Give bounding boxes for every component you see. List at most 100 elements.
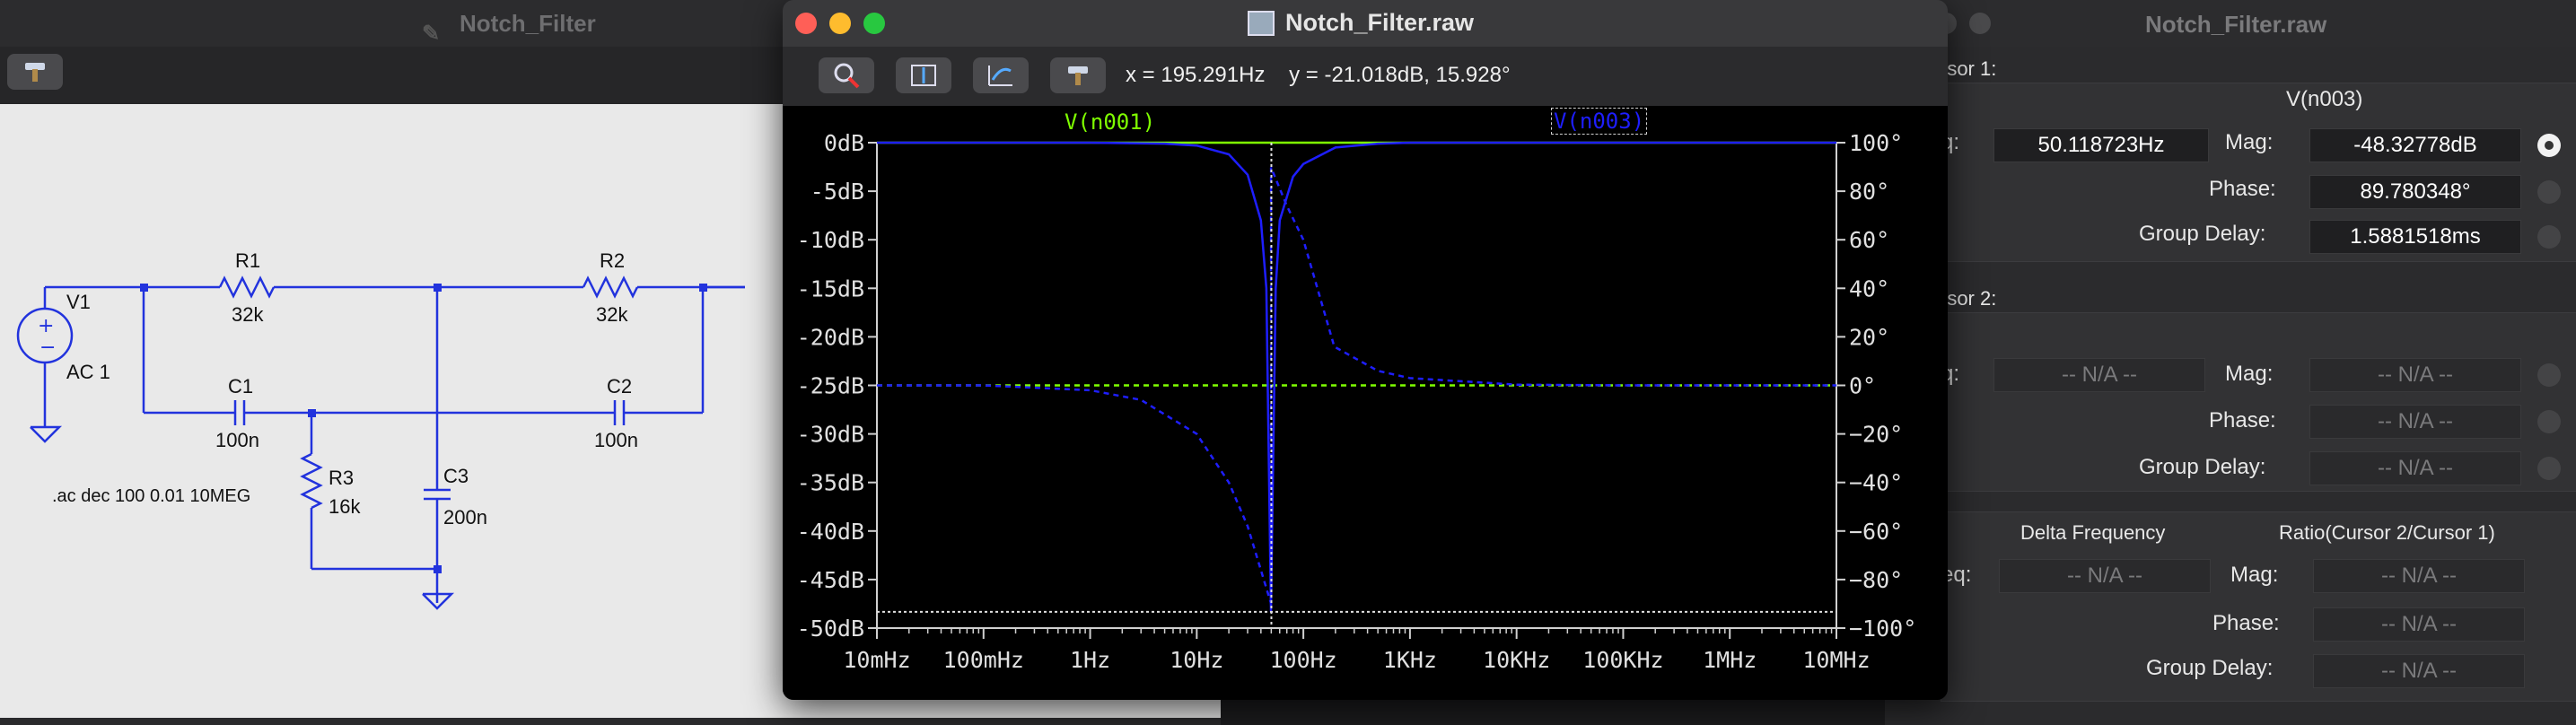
y2-tick-label: −60° bbox=[1849, 519, 1903, 545]
c1-gd-field[interactable]: 1.5881518ms bbox=[2309, 220, 2521, 254]
y-tick-label: -25dB bbox=[797, 373, 864, 399]
r2-label: R2 bbox=[600, 249, 626, 272]
v1-label: V1 bbox=[66, 291, 91, 313]
ratio-phase-field[interactable]: -- N/A -- bbox=[2313, 607, 2525, 642]
c1-freq-field[interactable]: 50.118723Hz bbox=[1993, 128, 2209, 162]
c1-value: 100n bbox=[215, 429, 259, 451]
schematic-drawing: + − bbox=[16, 275, 745, 610]
r2-value: 32k bbox=[596, 303, 628, 326]
x-tick-label: 10MHz bbox=[1802, 647, 1870, 673]
resistor-r2 bbox=[582, 275, 639, 299]
x-tick-label: 10Hz bbox=[1170, 647, 1223, 673]
y-tick-label: -30dB bbox=[797, 422, 864, 448]
plot-area[interactable]: 0dB -5dB -10dB -15dB -20dB -25dB -30dB -35dB -40… bbox=[783, 106, 1948, 700]
plot-titlebar[interactable]: Notch_Filter.raw bbox=[783, 0, 1948, 47]
c2-mag-field[interactable]: -- N/A -- bbox=[2309, 358, 2521, 392]
plot-frame bbox=[876, 142, 1837, 629]
y2-tick-label: −80° bbox=[1849, 567, 1903, 593]
zoom-button[interactable] bbox=[863, 13, 885, 34]
ratio-gd-field[interactable]: -- N/A -- bbox=[2313, 654, 2525, 688]
pan-tool-button[interactable] bbox=[973, 57, 1029, 93]
autorange-icon bbox=[911, 65, 936, 86]
r1-value: 32k bbox=[232, 303, 264, 326]
c2-label: C2 bbox=[607, 375, 633, 397]
hammer-button[interactable] bbox=[7, 54, 63, 90]
waveform-file-icon bbox=[1248, 11, 1275, 36]
r3-label: R3 bbox=[329, 467, 355, 489]
legend-trace-n003[interactable]: V(n003) bbox=[1551, 108, 1648, 135]
c3-label: C3 bbox=[443, 465, 469, 487]
c1-mag-label: Mag: bbox=[2225, 130, 2274, 154]
c1-mag-radio[interactable] bbox=[2537, 134, 2561, 157]
c2-gd-field[interactable]: -- N/A -- bbox=[2309, 451, 2521, 485]
cursor-window-title: Notch_Filter.raw bbox=[2145, 11, 2327, 38]
trace-vn003-phase bbox=[877, 167, 1836, 604]
zoom-icon bbox=[834, 63, 860, 89]
spice-directive[interactable]: .ac dec 100 0.01 10MEG bbox=[52, 486, 250, 507]
ratio-heading: Ratio(Cursor 2/Cursor 1) bbox=[2279, 521, 2495, 544]
y-tick-label: -45dB bbox=[797, 567, 864, 593]
y2-tick-label: 20° bbox=[1849, 324, 1889, 350]
r1-label: R1 bbox=[235, 249, 261, 272]
c1-mag-field[interactable]: -48.32778dB bbox=[2309, 128, 2521, 162]
zoom-tool-button[interactable] bbox=[819, 57, 874, 93]
c2-phase-radio[interactable] bbox=[2537, 410, 2561, 433]
svg-text:−: − bbox=[39, 336, 56, 359]
x-tick-label: 100mHz bbox=[943, 647, 1024, 673]
hammer-tool-button[interactable] bbox=[1050, 57, 1106, 93]
x-tick-label: 1KHz bbox=[1383, 647, 1437, 673]
c2-gd-label: Group Delay: bbox=[2139, 455, 2266, 479]
c2-gd-radio[interactable] bbox=[2537, 457, 2561, 480]
ratio-gd-label: Group Delay: bbox=[2146, 656, 2274, 680]
c1-gd-radio[interactable] bbox=[2537, 225, 2561, 249]
x-tick-label: 100Hz bbox=[1269, 647, 1336, 673]
v1-value: AC 1 bbox=[66, 361, 110, 383]
minimize-button[interactable] bbox=[1969, 13, 1991, 34]
minimize-button[interactable] bbox=[829, 13, 851, 34]
y2-tick-label: 40° bbox=[1849, 275, 1889, 301]
ratio-mag-field[interactable]: -- N/A -- bbox=[2313, 559, 2525, 593]
delta-freq-field[interactable]: -- N/A -- bbox=[1999, 559, 2211, 593]
plot-window: Notch_Filter.raw x = 195.291Hz y = -21.0… bbox=[783, 0, 1948, 700]
r3-value: 16k bbox=[329, 495, 361, 518]
y-tick-label: -10dB bbox=[797, 227, 864, 253]
c2-mag-radio[interactable] bbox=[2537, 363, 2561, 387]
y-tick-label: -50dB bbox=[797, 616, 864, 642]
hammer-icon bbox=[25, 63, 45, 82]
c2-freq-field[interactable]: -- N/A -- bbox=[1993, 358, 2205, 392]
c1-label: C1 bbox=[228, 375, 254, 397]
schematic-title: Notch_Filter bbox=[460, 10, 596, 37]
cursor-titlebar[interactable]: Notch_Filter.raw bbox=[1885, 0, 2576, 47]
c1-phase-field[interactable]: 89.780348° bbox=[2309, 175, 2521, 209]
y2-tick-label: −100° bbox=[1849, 616, 1916, 642]
y2-tick-label: 100° bbox=[1849, 130, 1903, 156]
y-tick-label: -15dB bbox=[797, 275, 864, 301]
plot-canvas: 0dB -5dB -10dB -15dB -20dB -25dB -30dB -35dB -40… bbox=[797, 130, 1917, 673]
cursor-readout: x = 195.291Hz y = -21.018dB, 15.928° bbox=[1126, 63, 1511, 87]
pan-icon bbox=[988, 66, 1012, 86]
c2-mag-label: Mag: bbox=[2225, 362, 2274, 386]
c2-phase-field[interactable]: -- N/A -- bbox=[2309, 405, 2521, 439]
trace-vn003-magnitude bbox=[877, 141, 1836, 612]
x-tick-label: 1MHz bbox=[1703, 647, 1757, 673]
cursor1-heading: rsor 1: bbox=[1941, 57, 1997, 80]
plot-window-title: Notch_Filter.raw bbox=[1285, 9, 1475, 36]
x-tick-label: 10KHz bbox=[1483, 647, 1550, 673]
plot-toolbar: x = 195.291Hz y = -21.018dB, 15.928° bbox=[783, 47, 1948, 106]
legend-trace-n001[interactable]: V(n001) bbox=[1065, 109, 1155, 135]
delta-frequency-heading: Delta Frequency bbox=[2020, 521, 2166, 544]
y2-tick-label: 0° bbox=[1849, 373, 1876, 399]
cursor2-panel: q: -- N/A -- Mag: -- N/A -- Phase: -- N/… bbox=[1941, 312, 2576, 492]
c1-phase-radio[interactable] bbox=[2537, 180, 2561, 204]
ratio-phase-label: Phase: bbox=[2212, 611, 2280, 635]
autorange-tool-button[interactable] bbox=[896, 57, 951, 93]
resistor-r1 bbox=[218, 275, 276, 299]
cursor2-heading: rsor 2: bbox=[1941, 287, 1997, 310]
close-button[interactable] bbox=[795, 13, 817, 34]
x-tick-label: 100KHz bbox=[1582, 647, 1663, 673]
c2-value: 100n bbox=[594, 429, 638, 451]
c3-value: 200n bbox=[443, 506, 487, 528]
y2-tick-label: 80° bbox=[1849, 179, 1889, 205]
y-tick-label: -20dB bbox=[797, 324, 864, 350]
y-tick-label: -35dB bbox=[797, 470, 864, 496]
